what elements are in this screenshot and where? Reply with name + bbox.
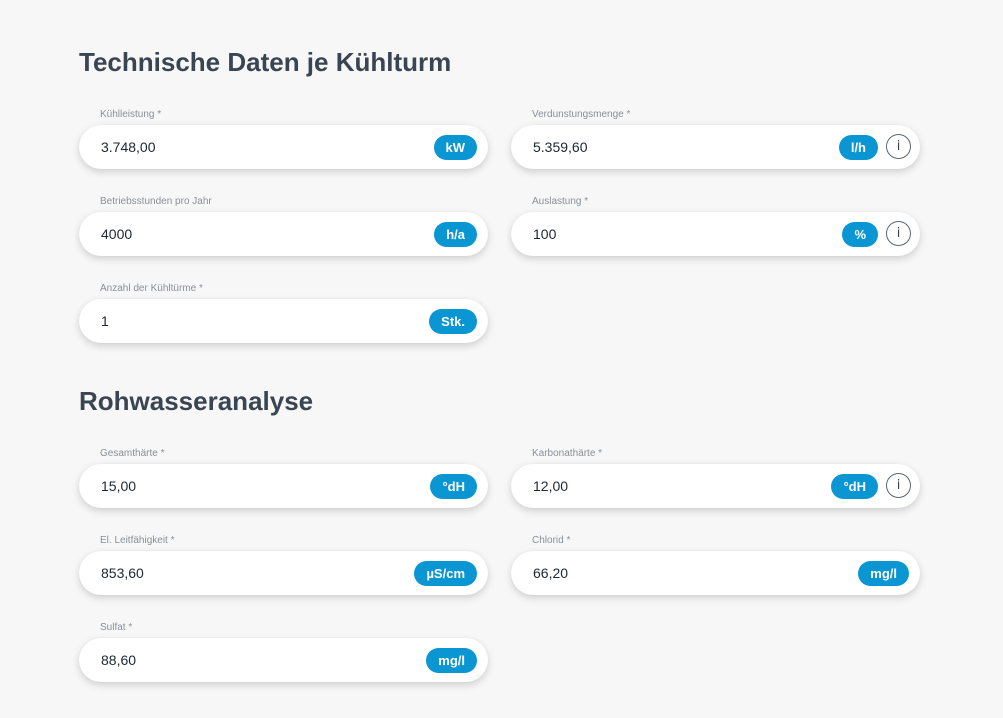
section-title-technische-daten: Technische Daten je Kühlturm — [79, 47, 452, 77]
sulfat-unit-badge: mg/l — [426, 648, 477, 673]
sulfat-label: Sulfat * — [100, 622, 133, 633]
field-auslastung: Auslastung * % i — [511, 196, 922, 256]
field-sulfat: Sulfat * mg/l — [79, 622, 490, 682]
kuehlleistung-input[interactable] — [101, 125, 351, 169]
leitfaehigkeit-label: El. Leitfähigkeit * — [100, 535, 175, 546]
chlorid-unit-badge: mg/l — [858, 561, 909, 586]
verdunstungsmenge-info-icon[interactable]: i — [886, 134, 911, 159]
gesamthaerte-unit-badge: °dH — [430, 474, 477, 499]
chlorid-input[interactable] — [533, 551, 783, 595]
chlorid-box: mg/l — [511, 551, 920, 595]
sulfat-input[interactable] — [101, 638, 351, 682]
field-karbonathaerte: Karbonathärte * °dH i — [511, 448, 922, 508]
leitfaehigkeit-unit-badge: µS/cm — [414, 561, 477, 586]
auslastung-info-icon[interactable]: i — [886, 221, 911, 246]
gesamthaerte-label: Gesamthärte * — [100, 448, 165, 459]
betriebsstunden-input[interactable] — [101, 212, 351, 256]
kuehlleistung-box: kW — [79, 125, 488, 169]
section-title-rohwasseranalyse: Rohwasseranalyse — [79, 386, 314, 416]
betriebsstunden-unit-badge: h/a — [434, 222, 477, 247]
field-anzahl-kuehltuerme: Anzahl der Kühltürme * Stk. — [79, 283, 490, 343]
field-betriebsstunden: Betriebsstunden pro Jahr h/a — [79, 196, 490, 256]
field-gesamthaerte: Gesamthärte * °dH — [79, 448, 490, 508]
verdunstungsmenge-box: l/h i — [511, 125, 920, 169]
karbonathaerte-box: °dH i — [511, 464, 920, 508]
verdunstungsmenge-label: Verdunstungsmenge * — [532, 109, 631, 120]
anzahl-unit-badge: Stk. — [429, 309, 477, 334]
chlorid-label: Chlorid * — [532, 535, 571, 546]
betriebsstunden-label: Betriebsstunden pro Jahr — [100, 196, 212, 207]
field-kuehlleistung: Kühlleistung * kW — [79, 109, 490, 169]
karbonathaerte-info-icon[interactable]: i — [886, 473, 911, 498]
auslastung-box: % i — [511, 212, 920, 256]
karbonathaerte-input[interactable] — [533, 464, 783, 508]
betriebsstunden-box: h/a — [79, 212, 488, 256]
auslastung-input[interactable] — [533, 212, 783, 256]
karbonathaerte-label: Karbonathärte * — [532, 448, 603, 459]
gesamthaerte-box: °dH — [79, 464, 488, 508]
auslastung-label: Auslastung * — [532, 196, 589, 207]
anzahl-box: Stk. — [79, 299, 488, 343]
verdunstungsmenge-unit-badge: l/h — [838, 135, 878, 160]
auslastung-unit-badge: % — [842, 222, 878, 247]
sulfat-box: mg/l — [79, 638, 488, 682]
anzahl-label: Anzahl der Kühltürme * — [100, 283, 203, 294]
anzahl-input[interactable] — [101, 299, 351, 343]
field-chlorid: Chlorid * mg/l — [511, 535, 922, 595]
leitfaehigkeit-box: µS/cm — [79, 551, 488, 595]
field-leitfaehigkeit: El. Leitfähigkeit * µS/cm — [79, 535, 490, 595]
verdunstungsmenge-input[interactable] — [533, 125, 783, 169]
kuehlleistung-unit-badge: kW — [433, 135, 477, 160]
field-verdunstungsmenge: Verdunstungsmenge * l/h i — [511, 109, 922, 169]
karbonathaerte-unit-badge: °dH — [831, 474, 878, 499]
leitfaehigkeit-input[interactable] — [101, 551, 351, 595]
kuehlleistung-label: Kühlleistung * — [100, 109, 162, 120]
gesamthaerte-input[interactable] — [101, 464, 351, 508]
